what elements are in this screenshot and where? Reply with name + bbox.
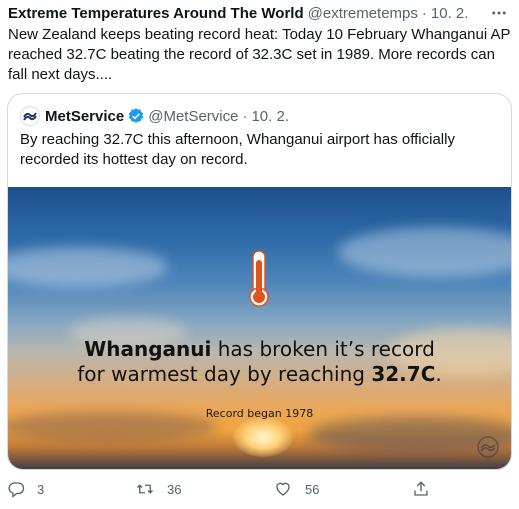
thermometer-icon	[249, 250, 269, 307]
reply-count: 3	[37, 481, 45, 497]
metservice-watermark-icon	[477, 436, 499, 458]
quote-image[interactable]: Whanganui has broken it’s record for war…	[8, 187, 511, 469]
tweet-actions: 3 36 56	[0, 480, 519, 504]
headline-end: .	[435, 362, 442, 386]
tweet-text: New Zealand keeps beating record heat: T…	[8, 26, 511, 83]
like-button[interactable]: 56	[273, 480, 319, 498]
headline-line2: for warmest day by reaching	[77, 362, 372, 386]
cloud	[338, 227, 511, 277]
separator-dot: ·	[242, 107, 248, 125]
quote-author-handle[interactable]: @MetService	[148, 108, 238, 125]
quote-timestamp[interactable]: 10. 2.	[251, 108, 289, 125]
headline-value: 32.7C	[371, 362, 436, 386]
sun	[233, 417, 293, 457]
more-icon	[492, 11, 506, 15]
separator-dot: ·	[421, 5, 427, 22]
author-handle[interactable]: @extremetemps	[308, 4, 418, 24]
headline-place: Whanganui	[84, 337, 212, 361]
heart-icon	[276, 482, 290, 496]
like-count: 56	[305, 481, 320, 497]
quote-header: MetService @MetService · 10. 2.	[20, 106, 289, 126]
reply-button[interactable]: 3	[7, 480, 44, 498]
author-name[interactable]: Extreme Temperatures Around The World	[8, 4, 304, 24]
tweet-header: Extreme Temperatures Around The World @e…	[8, 4, 511, 24]
cloud	[8, 247, 168, 287]
verified-badge-icon	[127, 107, 145, 125]
headline-mid: has broken it’s record	[211, 337, 435, 361]
retweet-count: 36	[167, 481, 182, 497]
share-button[interactable]	[412, 480, 430, 498]
tweet-timestamp[interactable]: 10. 2.	[431, 4, 469, 24]
more-button[interactable]	[487, 2, 511, 24]
retweet-icon	[137, 484, 153, 494]
image-footnote: Record began 1978	[205, 407, 314, 420]
image-headline: Whanganui has broken it’s record for war…	[8, 337, 511, 387]
share-icon	[414, 481, 428, 496]
metservice-logo-icon	[23, 112, 37, 121]
quote-author-name[interactable]: MetService	[45, 108, 124, 125]
avatar[interactable]	[20, 106, 40, 126]
reply-icon	[8, 482, 25, 498]
quoted-tweet-card[interactable]: MetService @MetService · 10. 2. By reach…	[7, 93, 512, 470]
retweet-button[interactable]: 36	[135, 480, 181, 498]
quote-text: By reaching 32.7C this afternoon, Whanga…	[20, 131, 455, 168]
